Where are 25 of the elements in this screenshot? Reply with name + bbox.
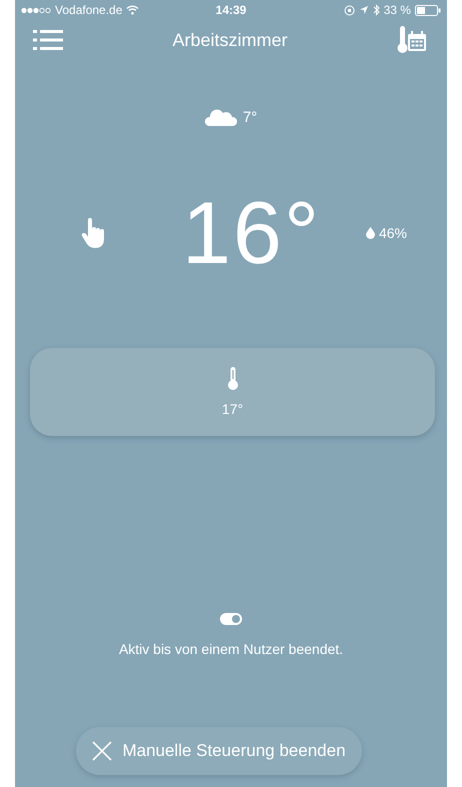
room-temperature: 16°	[182, 182, 322, 284]
outdoor-temperature: 7°	[242, 108, 258, 126]
battery-icon	[414, 4, 441, 16]
menu-icon[interactable]	[33, 29, 63, 51]
mode-description: Aktiv bis von einem Nutzer beendet.	[118, 641, 344, 657]
carrier-name: Vodafone.de	[55, 3, 122, 17]
room-title: Arbeitszimmer	[172, 30, 288, 50]
rotation-lock-icon	[344, 4, 355, 16]
end-manual-control-button[interactable]: Manuelle Steuerung beenden	[76, 727, 362, 775]
thermometer-icon	[226, 367, 238, 391]
droplet-icon	[366, 227, 375, 239]
status-time: 14:39	[216, 3, 246, 17]
battery-percent: 33 %	[384, 3, 411, 17]
signal-icon	[21, 6, 51, 14]
toggle-switch[interactable]	[220, 613, 242, 625]
close-icon	[92, 741, 112, 761]
location-icon	[358, 5, 369, 15]
bluetooth-icon	[372, 4, 380, 16]
humidity-value: 46%	[378, 225, 407, 241]
hand-icon	[81, 218, 107, 248]
thermometer-calendar-icon[interactable]	[396, 25, 427, 55]
cloud-icon	[204, 108, 237, 126]
setpoint-card[interactable]: 17°	[30, 348, 435, 436]
wifi-icon	[126, 5, 140, 15]
setpoint-temperature: 17°	[222, 401, 244, 417]
